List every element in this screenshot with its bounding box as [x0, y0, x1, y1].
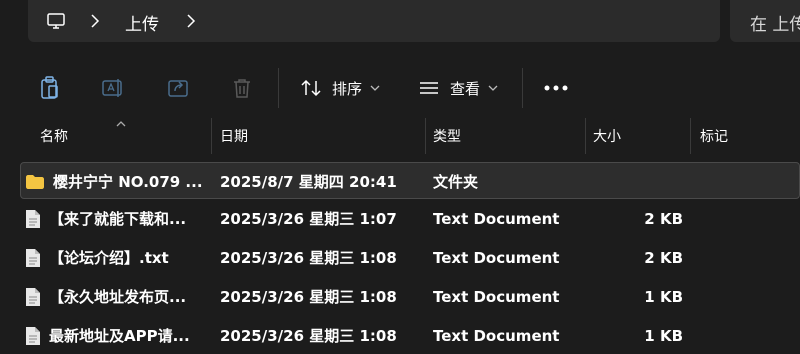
file-size: 1 KB: [644, 326, 683, 345]
toolbar-divider: [278, 68, 279, 108]
file-name-cell: 【论坛介绍】.txt: [25, 239, 217, 276]
breadcrumb-item-upload[interactable]: 上传: [125, 10, 159, 35]
rename-icon: [102, 79, 122, 97]
clipboard-icon: [41, 76, 58, 99]
file-date: 2025/3/26 星期三 1:07: [220, 210, 397, 228]
file-name-cell: 樱井宁宁 NO.079 ...: [25, 163, 217, 200]
sort-button[interactable]: 排序: [300, 72, 380, 104]
this-pc-icon[interactable]: [46, 11, 66, 35]
file-name: 最新地址及APP请...: [49, 327, 190, 345]
address-bar[interactable]: 上传: [28, 0, 720, 42]
file-row[interactable]: 【论坛介绍】.txt 2025/3/26 星期三 1:08 Text Docum…: [20, 239, 800, 276]
more-options-button[interactable]: [543, 72, 569, 104]
column-header-type[interactable]: 类型: [433, 118, 583, 154]
file-size: 1 KB: [644, 287, 683, 306]
file-name-cell: 最新地址及APP请...: [25, 317, 217, 354]
column-divider[interactable]: [690, 118, 691, 154]
file-type: Text Document: [433, 326, 560, 345]
column-size-label: 大小: [593, 129, 621, 145]
file-name: 樱井宁宁 NO.079 ...: [53, 173, 203, 191]
file-date: 2025/3/26 星期三 1:08: [220, 288, 397, 306]
file-size: 2 KB: [644, 248, 683, 267]
text-document-icon: [26, 248, 40, 267]
chevron-right-icon[interactable]: [186, 13, 196, 33]
search-box[interactable]: 在 上传: [730, 0, 800, 42]
view-list-icon: [420, 82, 438, 94]
search-placeholder: 在 上传: [750, 15, 800, 35]
column-header-name[interactable]: 名称: [40, 118, 210, 154]
column-name-label: 名称: [40, 129, 68, 145]
file-row[interactable]: 最新地址及APP请... 2025/3/26 星期三 1:08 Text Doc…: [20, 317, 800, 354]
file-name-cell: 【永久地址发布页...: [25, 278, 217, 315]
file-type: Text Document: [433, 248, 560, 267]
column-tags-label: 标记: [700, 129, 728, 145]
file-row[interactable]: 【来了就能下载和... 2025/3/26 星期三 1:07 Text Docu…: [20, 200, 800, 237]
file-type: Text Document: [433, 209, 560, 228]
file-date: 2025/3/26 星期三 1:08: [220, 327, 397, 345]
chevron-right-icon[interactable]: [90, 13, 100, 33]
toolbar-divider: [522, 68, 523, 108]
file-name: 【论坛介绍】.txt: [49, 249, 169, 267]
column-divider[interactable]: [211, 118, 212, 154]
view-button[interactable]: 查看: [418, 72, 498, 104]
trash-icon: [234, 79, 250, 98]
command-bar: 排序 查看: [0, 58, 800, 118]
chevron-down-icon: [488, 85, 498, 91]
column-divider[interactable]: [585, 118, 586, 154]
delete-button[interactable]: [230, 72, 254, 104]
column-header-tags[interactable]: 标记: [700, 118, 790, 154]
file-name-cell: 【来了就能下载和...: [25, 200, 217, 237]
file-row[interactable]: 【永久地址发布页... 2025/3/26 星期三 1:08 Text Docu…: [20, 278, 800, 315]
file-type: Text Document: [433, 287, 560, 306]
more-icon: [544, 85, 568, 91]
sort-label: 排序: [332, 79, 363, 98]
share-button[interactable]: [166, 72, 190, 104]
rename-button[interactable]: [100, 72, 126, 104]
column-divider[interactable]: [425, 118, 426, 154]
column-header-row: 名称 日期 类型 大小 标记: [0, 118, 800, 154]
column-date-label: 日期: [220, 129, 248, 145]
file-date: 2025/3/26 星期三 1:08: [220, 249, 397, 267]
file-size: 2 KB: [644, 209, 683, 228]
column-type-label: 类型: [433, 129, 461, 145]
folder-icon: [26, 174, 44, 189]
file-row[interactable]: 樱井宁宁 NO.079 ... 2025/8/7 星期四 20:41 文件夹: [20, 162, 800, 199]
text-document-icon: [26, 326, 40, 345]
file-name: 【永久地址发布页...: [49, 288, 187, 306]
text-document-icon: [26, 287, 40, 306]
column-header-date[interactable]: 日期: [220, 118, 420, 154]
copy-button[interactable]: [38, 72, 62, 104]
text-document-icon: [26, 209, 40, 228]
file-name: 【来了就能下载和...: [49, 210, 187, 228]
sort-ascending-icon: [116, 116, 126, 132]
file-size: [583, 163, 683, 200]
chevron-down-icon: [370, 85, 380, 91]
file-date: 2025/8/7 星期四 20:41: [220, 173, 397, 191]
view-label: 查看: [450, 79, 481, 98]
share-icon: [168, 80, 188, 97]
address-bar-area: 上传 在 上传: [0, 0, 800, 54]
column-header-size[interactable]: 大小: [593, 118, 688, 154]
file-type: 文件夹: [433, 173, 479, 191]
sort-icon: [301, 79, 321, 97]
